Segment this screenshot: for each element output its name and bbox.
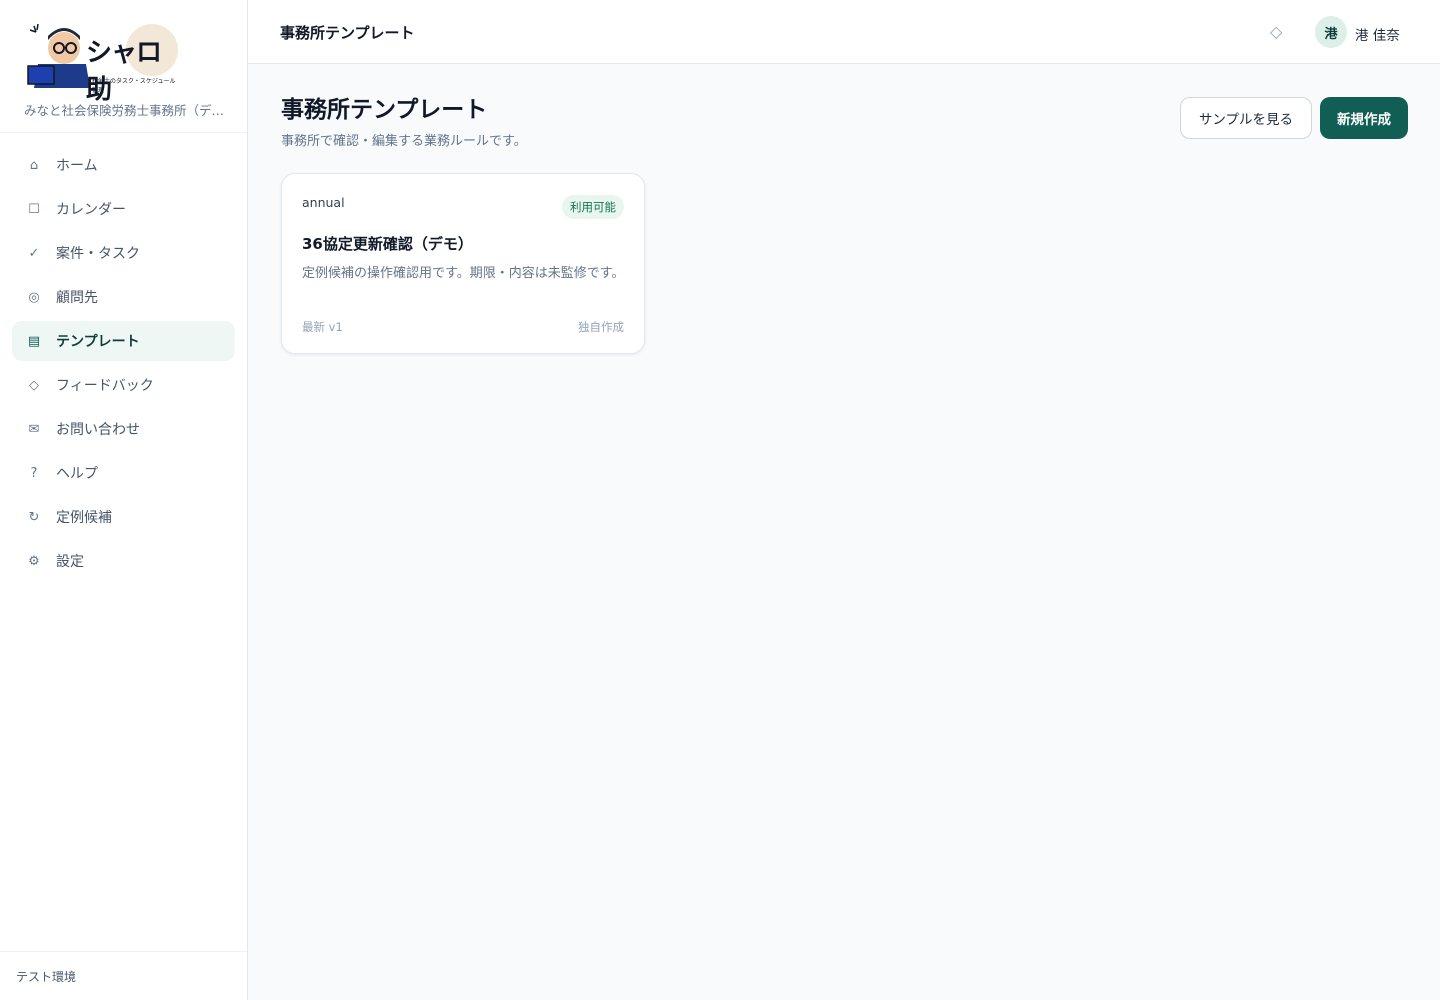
- sidebar-item-label: ヘルプ: [56, 466, 98, 482]
- template-origin: 独自作成: [578, 320, 624, 334]
- help-icon: ?: [30, 465, 38, 481]
- page-subtitle: 事務所で確認・編集する業務ルールです。: [281, 134, 527, 149]
- sidebar-item-label: 設定: [56, 554, 84, 570]
- sidebar-item-label: テンプレート: [56, 334, 140, 350]
- view-sample-button[interactable]: サンプルを見る: [1180, 97, 1312, 139]
- sidebar-item-label: 案件・タスク: [56, 246, 140, 262]
- sidebar-item[interactable]: ⌂ ホーム: [12, 145, 235, 185]
- sidebar-item[interactable]: ☐ カレンダー: [12, 189, 235, 229]
- app-logo[interactable]: シャロ助 社労士のタスク・スケジュール管理: [24, 18, 180, 105]
- create-new-button[interactable]: 新規作成: [1320, 97, 1408, 139]
- sidebar-item-label: お問い合わせ: [56, 422, 140, 438]
- sidebar-item-label: ホーム: [56, 158, 98, 174]
- template-category: annual: [302, 195, 345, 210]
- status-badge: 利用可能: [562, 195, 624, 219]
- home-icon: ⌂: [29, 157, 39, 173]
- sidebar-item[interactable]: ↻ 定例候補: [12, 497, 235, 537]
- template-description: 定例候補の操作確認用です。期限・内容は未監修です。: [302, 266, 625, 281]
- sidebar: シャロ助 社労士のタスク・スケジュール管理 みなと社会保険労務士事務所（デ… ⌂…: [0, 0, 248, 1000]
- avatar[interactable]: 港: [1315, 16, 1347, 48]
- sidebar-item[interactable]: ⚙ 設定: [12, 541, 235, 581]
- client-icon: ◎: [28, 289, 40, 305]
- sidebar-item[interactable]: ◎ 顧問先: [12, 277, 235, 317]
- environment-label: テスト環境: [0, 951, 247, 1000]
- sidebar-item[interactable]: ◇ フィードバック: [12, 365, 235, 405]
- template-title: 36協定更新確認（デモ）: [302, 235, 473, 253]
- sidebar-item[interactable]: ? ヘルプ: [12, 453, 235, 493]
- template-card[interactable]: annual 利用可能 36協定更新確認（デモ） 定例候補の操作確認用です。期限…: [281, 173, 645, 354]
- template-icon: ▤: [27, 333, 41, 349]
- feedback-icon[interactable]: ◇: [1270, 22, 1282, 41]
- mail-icon: ✉: [28, 421, 40, 437]
- logo-text: シャロ助: [86, 38, 162, 105]
- logo-area: シャロ助 社労士のタスク・スケジュール管理 みなと社会保険労務士事務所（デ…: [0, 0, 247, 133]
- settings-icon: ⚙: [28, 553, 40, 569]
- calendar-icon: ☐: [28, 201, 40, 217]
- diamond-icon: ◇: [29, 377, 39, 393]
- page-title: 事務所テンプレート: [281, 97, 488, 123]
- sidebar-item-label: 顧問先: [56, 290, 98, 306]
- refresh-icon: ↻: [28, 509, 40, 525]
- sidebar-item-label: 定例候補: [56, 510, 112, 526]
- sidebar-item[interactable]: ✓ 案件・タスク: [12, 233, 235, 273]
- sidebar-item-label: フィードバック: [56, 378, 154, 394]
- sidebar-nav: ⌂ ホーム ☐ カレンダー ✓ 案件・タスク ◎ 顧問先 ▤ テンプレート ◇ フィードバック ✉ お問い…: [0, 133, 247, 581]
- header-title: 事務所テンプレート: [280, 24, 415, 42]
- logo-subtitle: 社労士のタスク・スケジュール管理: [92, 78, 176, 94]
- sidebar-item-label: カレンダー: [56, 202, 126, 218]
- sidebar-item[interactable]: ✉ お問い合わせ: [12, 409, 235, 449]
- user-name[interactable]: 港 佳奈: [1355, 24, 1400, 44]
- check-icon: ✓: [28, 245, 40, 261]
- sidebar-item[interactable]: ▤ テンプレート: [12, 321, 235, 361]
- top-bar: 事務所テンプレート ◇ 港 港 佳奈: [248, 0, 1440, 64]
- template-version: 最新 v1: [302, 320, 343, 334]
